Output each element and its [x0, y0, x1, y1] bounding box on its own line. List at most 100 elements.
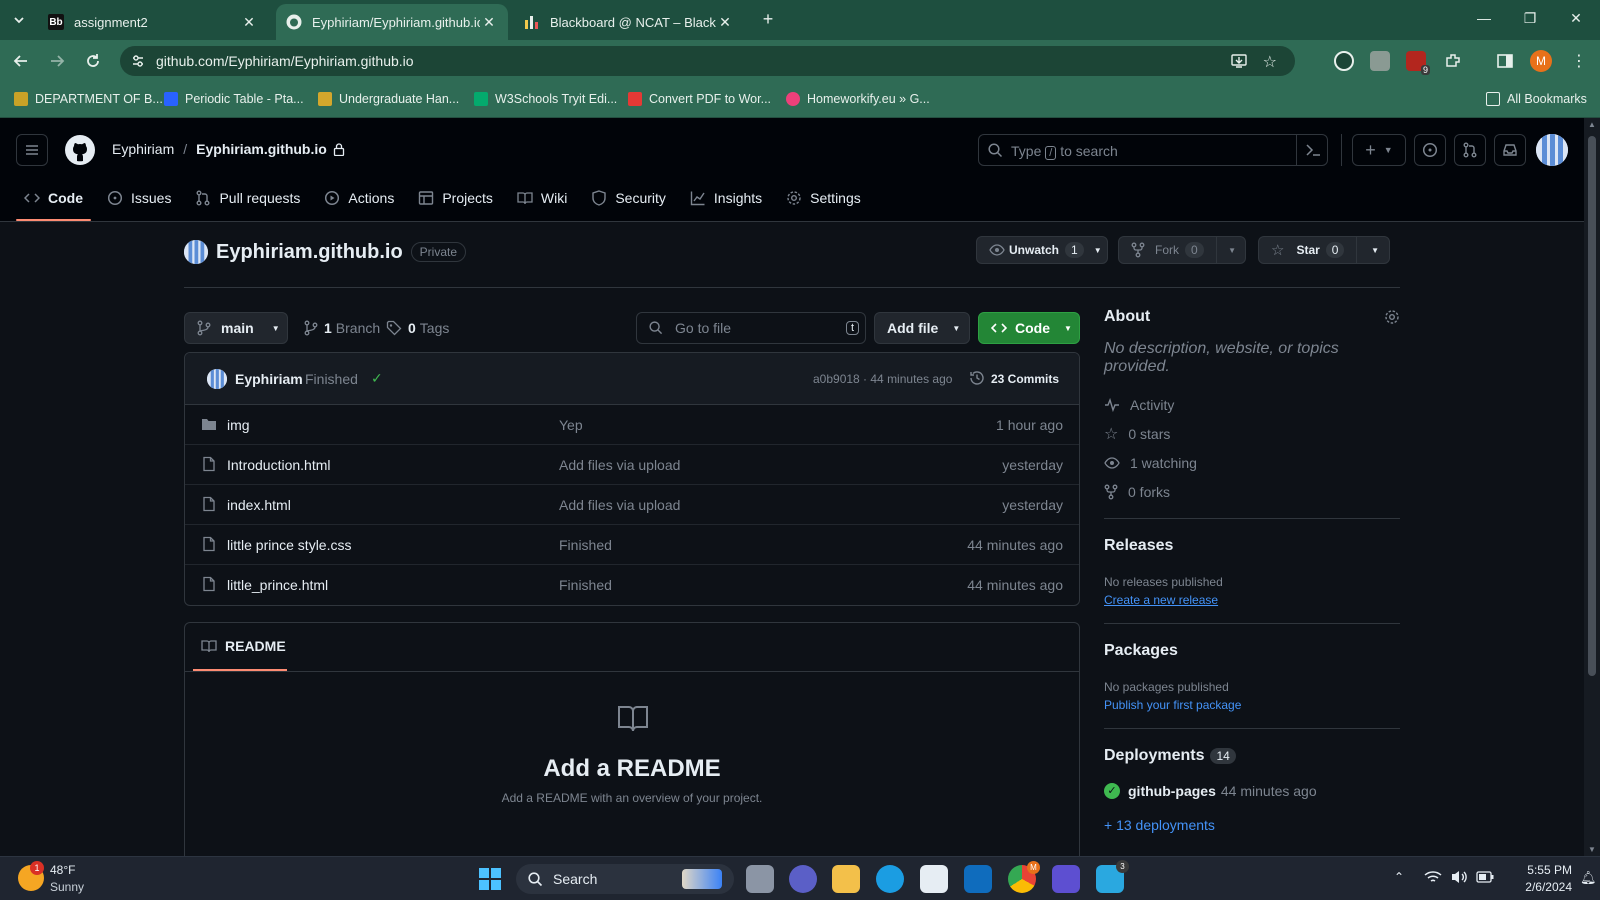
new-tab-button[interactable]: +: [758, 9, 778, 29]
file-commit-message[interactable]: Yep: [559, 417, 583, 433]
chevron-down-icon[interactable]: ▼: [1094, 246, 1102, 255]
tab-pull-requests[interactable]: Pull requests: [187, 180, 308, 216]
back-arrow-icon[interactable]: [10, 50, 32, 72]
side-panel-icon[interactable]: [1494, 50, 1516, 72]
file-row[interactable]: little prince style.css Finished 44 minu…: [185, 525, 1079, 565]
stars-link[interactable]: ☆ 0 stars: [1104, 419, 1400, 448]
branches-link[interactable]: 1 Branch: [304, 320, 380, 336]
fork-button[interactable]: Fork 0 ▼: [1118, 236, 1246, 264]
branch-select-button[interactable]: main ▼: [184, 312, 288, 344]
bookmark-item[interactable]: W3Schools Tryit Edi...: [474, 92, 617, 106]
file-name-link[interactable]: little_prince.html: [227, 577, 328, 593]
file-name-link[interactable]: little prince style.css: [227, 537, 351, 553]
watchers-link[interactable]: 1 watching: [1104, 448, 1400, 477]
bookmark-item[interactable]: Convert PDF to Wor...: [628, 92, 771, 106]
releases-heading[interactable]: Releases: [1104, 537, 1400, 555]
bookmark-item[interactable]: DEPARTMENT OF B...: [14, 92, 163, 106]
file-commit-message[interactable]: Add files via upload: [559, 497, 680, 513]
commit-author[interactable]: Eyphiriam: [235, 371, 303, 387]
user-avatar[interactable]: [1536, 134, 1568, 166]
file-name-link[interactable]: index.html: [227, 497, 291, 513]
battery-icon[interactable]: [1476, 871, 1494, 883]
volume-icon[interactable]: [1450, 869, 1468, 885]
extensions-puzzle-icon[interactable]: [1442, 50, 1464, 72]
file-commit-message[interactable]: Add files via upload: [559, 457, 680, 473]
packages-heading[interactable]: Packages: [1104, 642, 1400, 660]
profile-avatar[interactable]: M: [1530, 50, 1552, 72]
commits-link[interactable]: 23 Commits: [991, 372, 1059, 386]
weather-condition[interactable]: Sunny: [50, 880, 84, 894]
teams-meet-icon[interactable]: [789, 865, 817, 893]
command-palette-icon[interactable]: [1296, 134, 1328, 166]
clock-date[interactable]: 2/6/2024: [1502, 880, 1572, 894]
forks-link[interactable]: 0 forks: [1104, 477, 1400, 506]
taskbar-search-box[interactable]: Search: [516, 864, 734, 894]
repo-link[interactable]: Eyphiriam.github.io: [196, 141, 327, 157]
github-logo-icon[interactable]: [64, 134, 96, 166]
owner-link[interactable]: Eyphiriam: [112, 141, 174, 157]
tab-code[interactable]: Code: [16, 180, 91, 221]
chevron-down-icon[interactable]: ▼: [1228, 246, 1236, 255]
address-bar[interactable]: github.com/Eyphiriam/Eyphiriam.github.io…: [120, 46, 1295, 76]
scroll-up-icon[interactable]: ▲: [1588, 120, 1596, 129]
bookmark-star-icon[interactable]: ☆: [1263, 52, 1277, 72]
reload-icon[interactable]: [82, 50, 104, 72]
close-window-button[interactable]: ✕: [1566, 10, 1586, 30]
microsoft-store-icon[interactable]: [920, 865, 948, 893]
close-tab-icon[interactable]: ✕: [480, 14, 498, 31]
activity-link[interactable]: Activity: [1104, 390, 1400, 419]
commit-message[interactable]: Finished: [305, 371, 358, 387]
repo-name[interactable]: Eyphiriam.github.io: [216, 241, 403, 264]
mail-icon[interactable]: [964, 865, 992, 893]
code-button[interactable]: Code ▼: [978, 312, 1080, 344]
restore-window-button[interactable]: ❐: [1520, 10, 1540, 30]
deployment-item[interactable]: ✓ github-pages 44 minutes ago: [1104, 783, 1400, 799]
chrome-menu-icon[interactable]: ⋮: [1568, 50, 1590, 72]
edge-browser-icon[interactable]: [876, 865, 904, 893]
teams-icon[interactable]: 3: [1096, 860, 1129, 893]
tab-search-icon[interactable]: [8, 9, 30, 31]
tags-link[interactable]: 0 Tags: [386, 320, 449, 336]
tab-actions[interactable]: Actions: [316, 180, 402, 216]
tab-insights[interactable]: Insights: [682, 180, 770, 216]
wifi-icon[interactable]: [1424, 870, 1442, 884]
file-commit-message[interactable]: Finished: [559, 537, 612, 553]
publish-package-link[interactable]: Publish your first package: [1104, 698, 1400, 712]
file-explorer-icon[interactable]: [832, 865, 860, 893]
unwatch-button[interactable]: Unwatch 1 ▼: [976, 236, 1108, 264]
file-name-link[interactable]: img: [227, 417, 250, 433]
add-file-button[interactable]: Add file ▼: [874, 312, 970, 344]
search-input[interactable]: Type / to search: [978, 134, 1328, 166]
tab-settings[interactable]: Settings: [778, 180, 869, 216]
readme-tab[interactable]: README: [193, 623, 287, 671]
tab-assignment2[interactable]: Bb assignment2 ✕: [38, 4, 268, 40]
more-deployments-link[interactable]: + 13 deployments: [1104, 817, 1400, 833]
tab-projects[interactable]: Projects: [410, 180, 501, 216]
tab-issues[interactable]: Issues: [99, 180, 179, 216]
go-to-file-input[interactable]: Go to file t: [636, 312, 866, 344]
file-row[interactable]: index.html Add files via upload yesterda…: [185, 485, 1079, 525]
chevron-down-icon[interactable]: ▼: [1371, 246, 1379, 255]
chrome-taskbar-icon[interactable]: M: [1008, 861, 1040, 893]
scrollbar-thumb[interactable]: [1588, 136, 1596, 676]
weather-temp[interactable]: 48°F: [50, 863, 75, 877]
hamburger-menu-icon[interactable]: [16, 134, 48, 166]
file-name-link[interactable]: Introduction.html: [227, 457, 331, 473]
show-hidden-icons-chevron-up-icon[interactable]: ⌃: [1394, 870, 1404, 884]
minimize-window-button[interactable]: —: [1474, 10, 1494, 30]
bookmark-item[interactable]: Homeworkify.eu » G...: [786, 92, 930, 106]
inbox-icon[interactable]: [1494, 134, 1526, 166]
weather-sun-icon[interactable]: 1: [18, 861, 44, 891]
tab-blackboard[interactable]: Blackboard @ NCAT – Blackboa ✕: [514, 4, 744, 40]
commit-sha-time[interactable]: a0b9018 · 44 minutes ago: [813, 372, 952, 386]
star-button[interactable]: ☆ Star 0 ▼: [1258, 236, 1390, 264]
gear-icon[interactable]: [1384, 309, 1400, 325]
bookmark-item[interactable]: Undergraduate Han...: [318, 92, 459, 106]
issues-icon[interactable]: [1414, 134, 1446, 166]
notification-bell-icon[interactable]: 🔔︎: [1580, 870, 1597, 886]
clock-time[interactable]: 5:55 PM: [1502, 863, 1572, 877]
bookmark-item[interactable]: Periodic Table - Pta...: [164, 92, 304, 106]
page-scrollbar[interactable]: ▲ ▼: [1584, 118, 1600, 856]
tab-wiki[interactable]: Wiki: [509, 180, 575, 216]
create-new-button[interactable]: + ▼: [1352, 134, 1406, 166]
